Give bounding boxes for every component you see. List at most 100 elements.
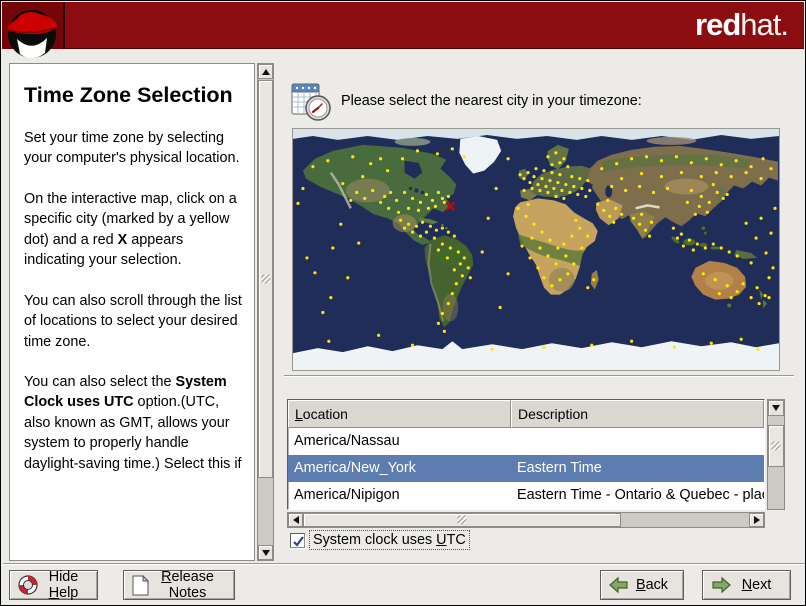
city-dot[interactable] — [430, 198, 435, 202]
city-dot[interactable] — [721, 196, 725, 201]
cell-description[interactable]: Eastern Time — [511, 455, 764, 482]
city-dot[interactable] — [697, 204, 701, 208]
city-dot[interactable] — [632, 216, 636, 220]
city-dot[interactable] — [703, 246, 707, 250]
city-dot[interactable] — [566, 165, 570, 169]
city-dot[interactable] — [466, 266, 470, 270]
city-dot[interactable] — [416, 208, 421, 212]
city-dot[interactable] — [400, 157, 405, 161]
city-dot[interactable] — [440, 242, 444, 246]
city-dot[interactable] — [498, 305, 502, 310]
city-dot[interactable] — [468, 276, 472, 280]
city-dot[interactable] — [659, 159, 664, 163]
city-dot[interactable] — [552, 186, 556, 191]
city-dot[interactable] — [379, 157, 383, 161]
city-dot[interactable] — [542, 169, 546, 173]
city-dot[interactable] — [452, 268, 456, 272]
city-dot[interactable] — [546, 155, 550, 159]
city-dot[interactable] — [685, 200, 689, 204]
city-dot[interactable] — [346, 276, 350, 280]
city-dot[interactable] — [542, 276, 546, 280]
city-dot[interactable] — [578, 177, 582, 181]
city-dot[interactable] — [570, 234, 574, 238]
utc-checkbox-label[interactable]: System clock uses UTC — [309, 530, 470, 550]
city-dot[interactable] — [719, 163, 723, 167]
city-dot[interactable] — [566, 272, 570, 276]
city-dot[interactable] — [761, 157, 765, 161]
cell-location[interactable]: America/New_York — [288, 455, 511, 482]
city-dot[interactable] — [562, 242, 566, 246]
city-dot[interactable] — [532, 222, 536, 226]
scrollbar-thumb[interactable] — [768, 425, 784, 467]
city-dot[interactable] — [764, 251, 768, 255]
city-dot[interactable] — [773, 206, 777, 210]
column-header-location[interactable]: Location — [288, 400, 511, 428]
city-dot[interactable] — [693, 212, 697, 216]
city-dot[interactable] — [767, 276, 771, 280]
city-dot[interactable] — [554, 194, 558, 199]
city-dot[interactable] — [580, 186, 584, 191]
city-dot[interactable] — [313, 271, 317, 275]
city-dot[interactable] — [386, 169, 390, 173]
table-row[interactable]: America/Nipigon Eastern Time - Ontario & … — [288, 482, 764, 509]
city-dot[interactable] — [410, 230, 415, 234]
city-dot[interactable] — [637, 222, 642, 226]
city-dot[interactable] — [643, 228, 648, 232]
city-dot[interactable] — [584, 194, 588, 199]
scroll-down-button[interactable] — [258, 545, 273, 560]
city-dot[interactable] — [371, 188, 375, 193]
city-dot[interactable] — [649, 220, 654, 224]
city-dot[interactable] — [538, 246, 542, 250]
city-dot[interactable] — [687, 238, 691, 242]
city-dot[interactable] — [610, 184, 614, 189]
city-dot[interactable] — [744, 221, 748, 225]
city-dot[interactable] — [615, 162, 619, 166]
city-dot[interactable] — [568, 190, 572, 195]
city-dot[interactable] — [554, 262, 558, 266]
city-dot[interactable] — [440, 226, 444, 230]
city-dot[interactable] — [331, 246, 335, 250]
city-dot[interactable] — [446, 194, 450, 199]
city-dot[interactable] — [490, 347, 494, 351]
city-dot[interactable] — [460, 274, 464, 278]
city-dot[interactable] — [771, 266, 775, 270]
city-dot[interactable] — [554, 151, 558, 155]
city-dot[interactable] — [701, 272, 705, 276]
city-dot[interactable] — [418, 200, 423, 204]
city-dot[interactable] — [305, 256, 309, 260]
city-dot[interactable] — [435, 152, 439, 156]
city-dot[interactable] — [396, 210, 401, 214]
city-dot[interactable] — [494, 186, 498, 191]
city-dot[interactable] — [681, 244, 685, 248]
city-dot[interactable] — [735, 290, 739, 294]
city-dot[interactable] — [361, 175, 365, 179]
city-dot[interactable] — [637, 184, 642, 189]
city-dot[interactable] — [665, 186, 670, 191]
city-dot[interactable] — [410, 343, 415, 347]
table-vertical-scrollbar[interactable] — [767, 399, 785, 510]
city-dot[interactable] — [699, 175, 703, 179]
city-dot[interactable] — [458, 262, 462, 266]
city-dot[interactable] — [586, 178, 590, 183]
city-dot[interactable] — [562, 196, 566, 201]
city-dot[interactable] — [734, 159, 738, 163]
city-dot[interactable] — [572, 184, 576, 189]
city-dot[interactable] — [691, 248, 695, 252]
next-button[interactable]: Next — [702, 570, 791, 600]
city-dot[interactable] — [578, 226, 582, 230]
city-dot[interactable] — [428, 224, 433, 228]
city-dot[interactable] — [520, 244, 524, 248]
table-row[interactable]: America/New_York Eastern Time — [288, 455, 764, 482]
city-dot[interactable] — [600, 167, 604, 171]
column-header-description[interactable]: Description — [511, 400, 764, 428]
city-dot[interactable] — [620, 212, 624, 216]
city-dot[interactable] — [530, 186, 534, 191]
city-dot[interactable] — [526, 202, 530, 206]
city-dot[interactable] — [749, 261, 753, 265]
city-dot[interactable] — [592, 278, 596, 282]
city-dot[interactable] — [588, 188, 592, 193]
city-dot[interactable] — [436, 190, 440, 195]
city-dot[interactable] — [546, 254, 550, 258]
city-dot[interactable] — [530, 236, 534, 240]
city-dot[interactable] — [436, 321, 440, 325]
